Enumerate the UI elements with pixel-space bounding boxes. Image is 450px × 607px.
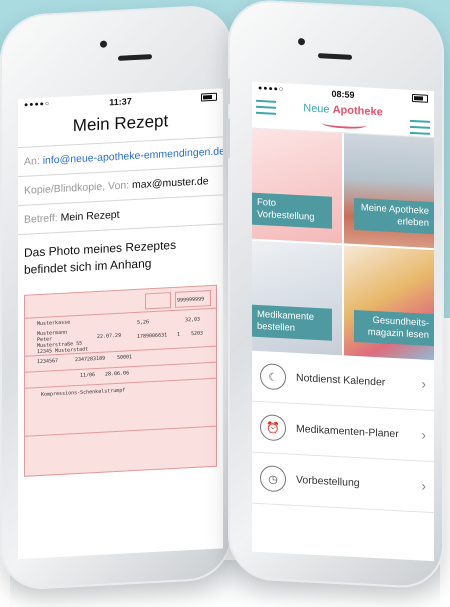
battery-icon [201,92,217,102]
rx-insurer: Musterkasse [37,319,71,328]
mute-switch [226,78,230,105]
brand-name: Apotheke [332,103,383,119]
brand-prefix: Neue [303,102,330,116]
rx-code-3: 5203 [191,330,204,338]
subject-value: Mein Rezept [60,208,120,224]
front-camera [100,40,107,48]
speaker-grille [318,53,352,60]
rx-birth: 22.07.29 [97,332,122,340]
tile-photo-preorder[interactable]: Foto Vorbestellung [252,128,342,244]
moon-icon: ☾ [260,363,286,391]
rx-qty: 1 [177,331,181,338]
battery-icon [412,93,428,103]
cc-label: Kopie/Blindkopie, Von: [24,179,130,197]
list-item-label: Medikamenten-Planer [296,422,399,441]
subject-label: Betreff: [24,212,58,226]
speaker-grille [118,54,152,61]
chevron-right-icon: › [421,375,426,392]
chevron-right-icon: › [421,477,426,494]
alarm-clock-icon: ⏰ [260,414,286,442]
mail-body[interactable]: Das Photo meines Rezeptes befindet sich … [18,223,223,290]
rx-number-a: 2347283189 [75,355,106,364]
tile-order-medication[interactable]: Medikamente bestellen [252,240,342,356]
list-item-preorder[interactable]: ◷ Vorbestellung › [252,452,434,514]
rx-code-2: 1789006631 [137,332,168,340]
tile-label: Meine Apotheke erleben [354,197,434,235]
menu-icon[interactable] [410,119,430,135]
brand-swoosh-icon [322,119,366,130]
clock-icon: ◷ [260,465,286,493]
rx-drug: Kompressions-Schenkelstrumpf [41,387,126,398]
tile-my-pharmacy[interactable]: Meine Apotheke erleben [344,133,434,249]
rx-fee-1: 5,26 [137,319,150,326]
prescription-image: Musterkasse Mustermann Peter Musterstraß… [24,284,217,477]
left-screen: ●●●●○ 11:37 Mein Rezept An: info@neue-ap… [18,88,223,560]
right-phone: ●●●●○ 08:59 Neue Apotheke Foto Vorbestel… [226,0,444,590]
list-item-label: Notdienst Kalender [296,371,386,389]
rx-fee-2: 32,03 [185,316,201,324]
tile-label: Medikamente bestellen [252,304,332,341]
cc-value: max@muster.de [132,175,209,192]
to-label: An: [24,154,40,168]
left-phone: ●●●●○ 11:37 Mein Rezept An: info@neue-ap… [0,3,232,592]
right-screen: ●●●●○ 08:59 Neue Apotheke Foto Vorbestel… [252,81,434,562]
tile-grid: Foto Vorbestellung Meine Apotheke erlebe… [252,128,434,361]
chevron-right-icon: › [421,426,426,443]
tile-label: Gesundheits- magazin lesen [354,309,434,347]
rx-id: 1234567 [37,358,59,366]
volume-button [226,118,230,159]
rx-number-b: 50001 [117,354,133,361]
list-item-label: Vorbestellung [296,473,360,490]
tile-health-magazine[interactable]: Gesundheits- magazin lesen [344,245,434,361]
rx-date-a: 11/06 [80,372,96,379]
front-camera [298,38,305,46]
rx-date-b: 28.06.06 [105,370,130,378]
tile-label: Foto Vorbestellung [252,192,332,229]
to-value: info@neue-apotheke-emmendingen.de [42,145,223,167]
